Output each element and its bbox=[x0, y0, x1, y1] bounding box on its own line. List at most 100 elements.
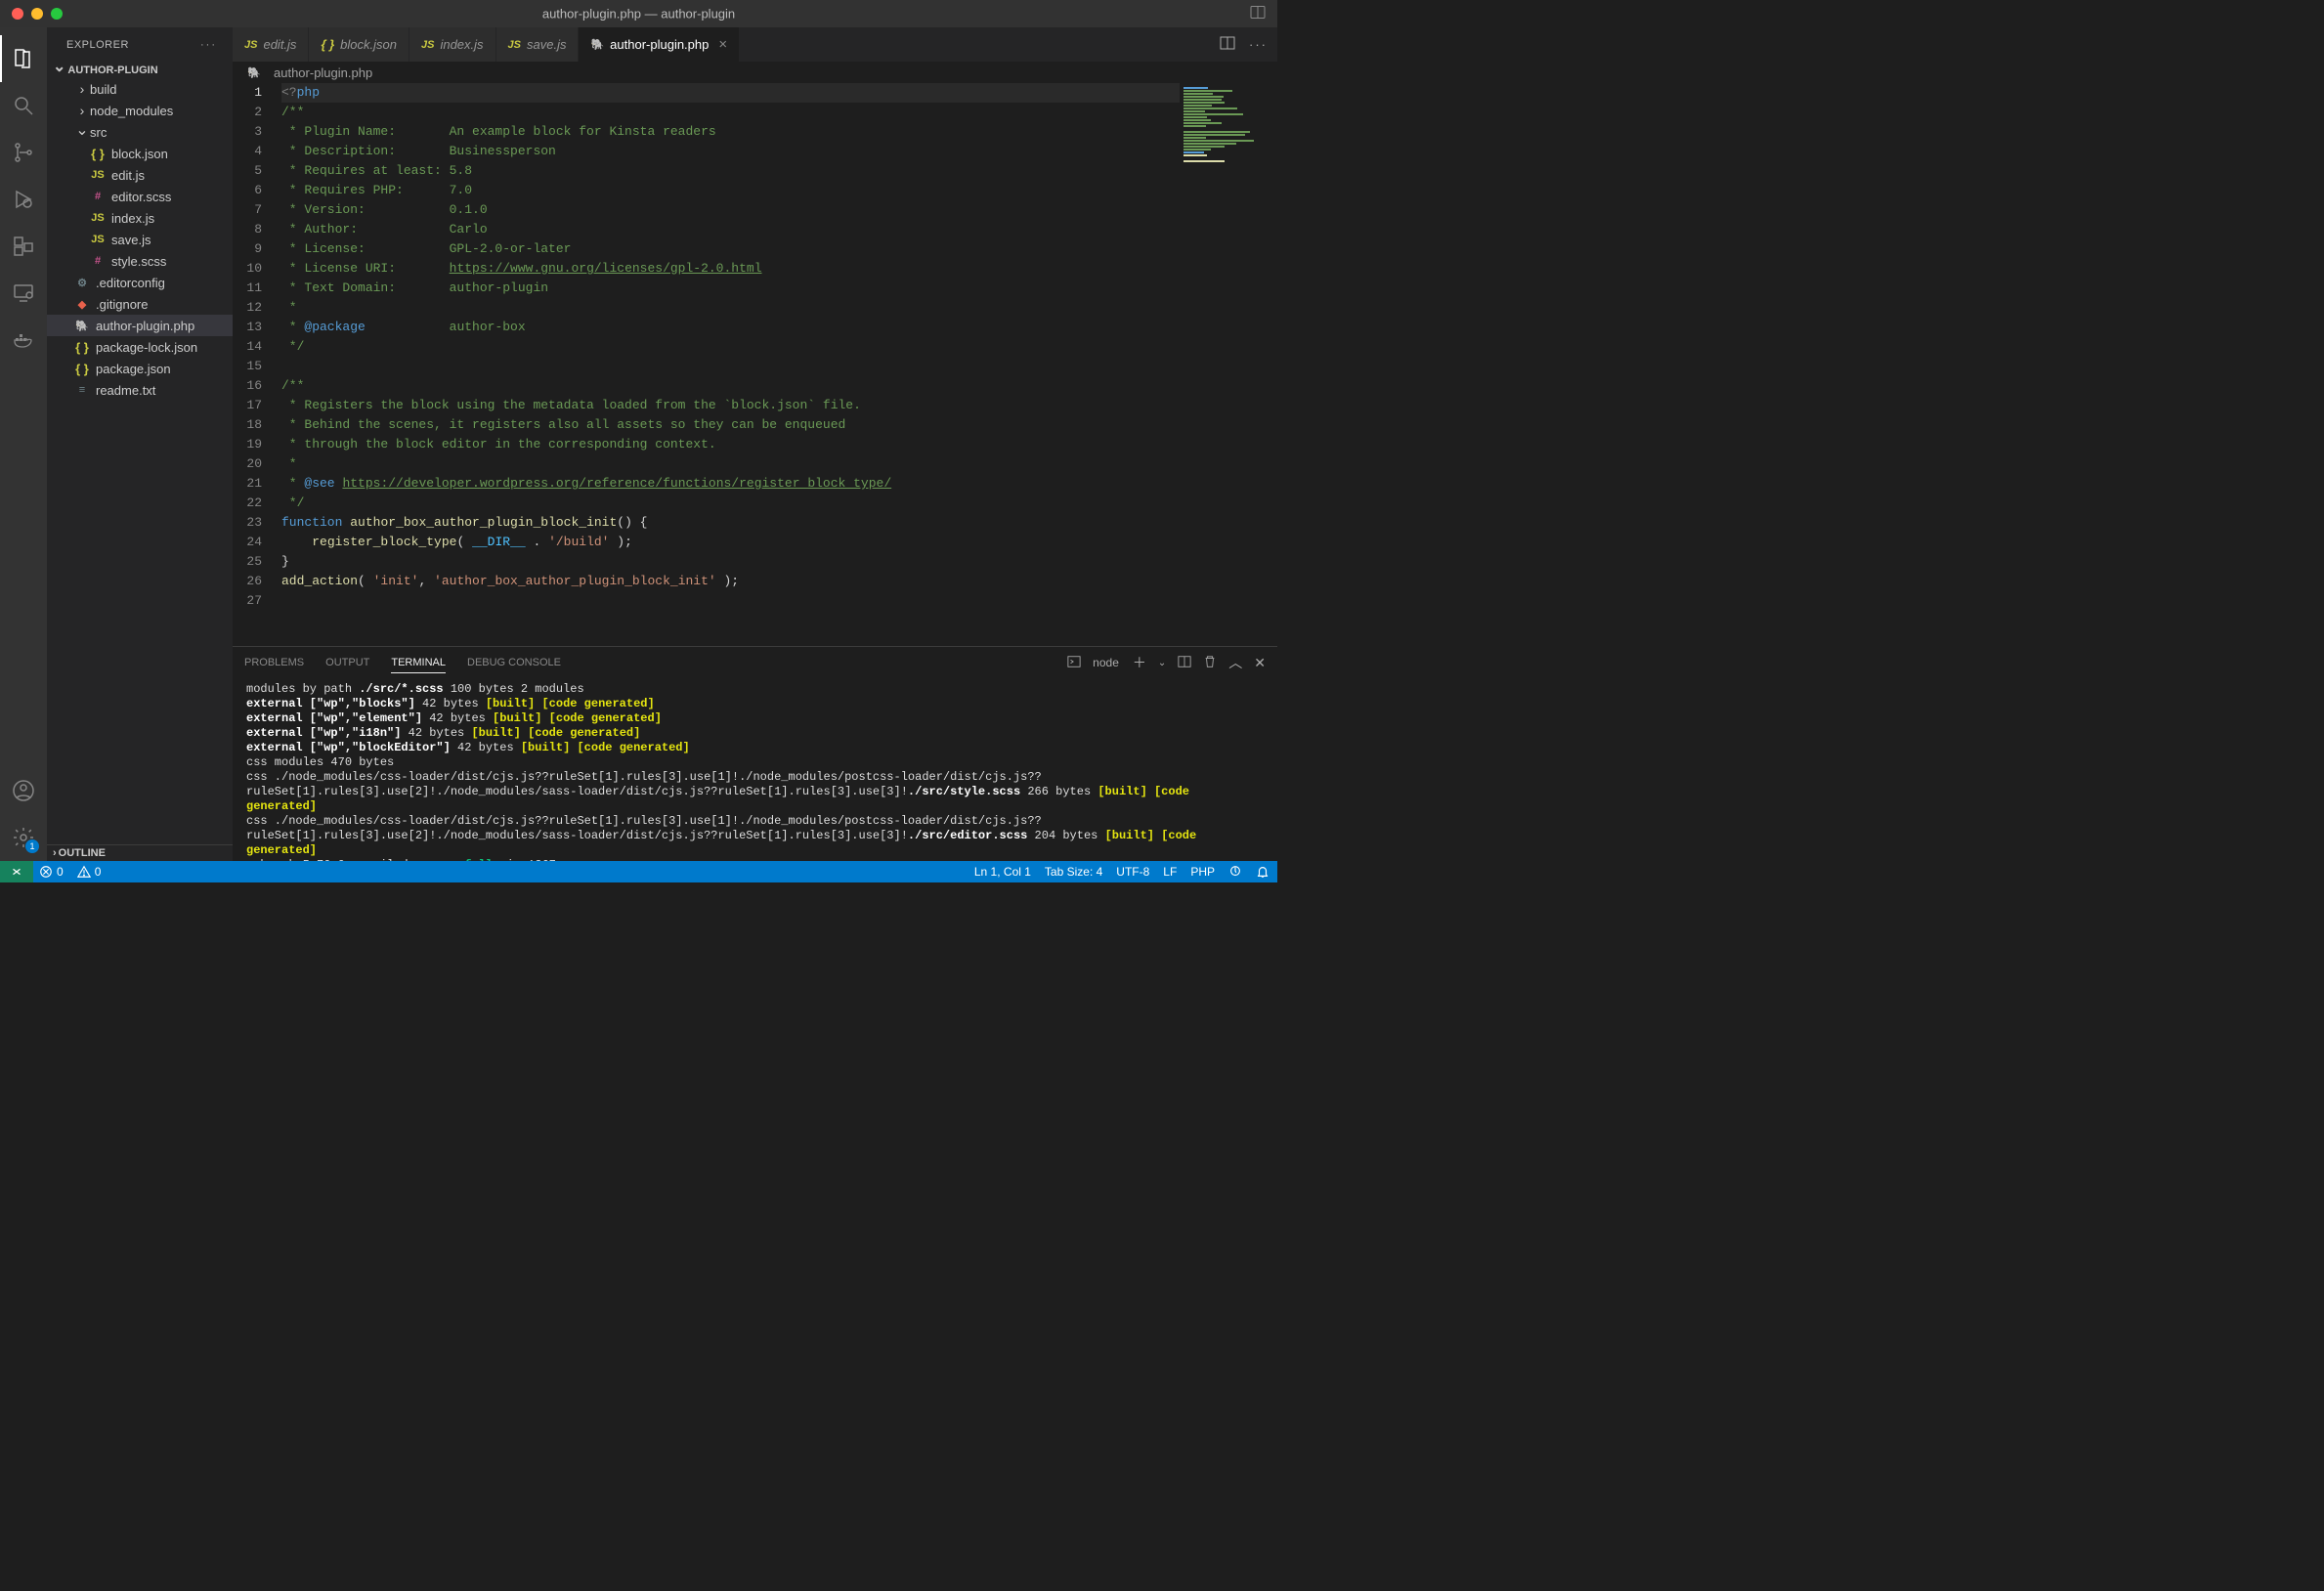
docker-icon[interactable] bbox=[0, 317, 47, 364]
tab-label: block.json bbox=[340, 37, 397, 52]
file-readme-txt[interactable]: ≡readme.txt bbox=[47, 379, 233, 401]
kill-terminal-icon[interactable] bbox=[1203, 655, 1217, 671]
file--editorconfig[interactable]: ⚙.editorconfig bbox=[47, 272, 233, 293]
chevron-right-icon bbox=[53, 847, 57, 859]
breadcrumb[interactable]: 🐘 author-plugin.php bbox=[233, 62, 1277, 83]
file-save-js[interactable]: JSsave.js bbox=[47, 229, 233, 250]
folder-src[interactable]: src bbox=[47, 121, 233, 143]
file-package-lock-json[interactable]: { }package-lock.json bbox=[47, 336, 233, 358]
new-terminal-icon[interactable]: ＋ bbox=[1133, 653, 1146, 672]
minimize-window-button[interactable] bbox=[31, 8, 43, 20]
tree-label: author-plugin.php bbox=[96, 319, 233, 333]
tab-edit-js[interactable]: JSedit.js bbox=[233, 27, 309, 62]
file-index-js[interactable]: JSindex.js bbox=[47, 207, 233, 229]
project-section-header[interactable]: AUTHOR-PLUGIN bbox=[47, 62, 233, 78]
more-actions-icon[interactable]: ··· bbox=[1249, 37, 1268, 52]
eol[interactable]: LF bbox=[1163, 865, 1177, 879]
editor-group: JSedit.js{ }block.jsonJSindex.jsJSsave.j… bbox=[233, 27, 1277, 861]
file-author-plugin-php[interactable]: 🐘author-plugin.php bbox=[47, 315, 233, 336]
layout-icon[interactable] bbox=[1250, 5, 1266, 23]
file--gitignore[interactable]: ◆.gitignore bbox=[47, 293, 233, 315]
extensions-icon[interactable] bbox=[0, 223, 47, 270]
file-edit-js[interactable]: JSedit.js bbox=[47, 164, 233, 186]
settings-gear-icon[interactable]: 1 bbox=[0, 814, 47, 861]
close-tab-icon[interactable]: × bbox=[718, 36, 727, 53]
output-tab[interactable]: OUTPUT bbox=[325, 653, 369, 672]
source-control-icon[interactable] bbox=[0, 129, 47, 176]
problems-tab[interactable]: PROBLEMS bbox=[244, 653, 304, 672]
close-panel-icon[interactable]: ✕ bbox=[1254, 655, 1266, 671]
tab-actions: ··· bbox=[1210, 27, 1277, 62]
maximize-panel-icon[interactable]: ︿ bbox=[1228, 653, 1242, 672]
tree-label: block.json bbox=[111, 147, 233, 161]
close-window-button[interactable] bbox=[12, 8, 23, 20]
feedback-icon[interactable] bbox=[1228, 865, 1242, 879]
tree-label: .gitignore bbox=[96, 297, 233, 312]
tree-label: save.js bbox=[111, 233, 233, 247]
terminal-profile-icon[interactable] bbox=[1067, 655, 1081, 671]
tree-label: edit.js bbox=[111, 168, 233, 183]
tree-label: index.js bbox=[111, 211, 233, 226]
tree-label: .editorconfig bbox=[96, 276, 233, 290]
tab-block-json[interactable]: { }block.json bbox=[309, 27, 409, 62]
outline-section-header[interactable]: OUTLINE bbox=[47, 844, 233, 861]
panel-actions: node ＋ ⌄ ︿ ✕ bbox=[1067, 653, 1266, 672]
encoding[interactable]: UTF-8 bbox=[1116, 865, 1149, 879]
explorer-heading: EXPLORER bbox=[66, 39, 129, 51]
accounts-icon[interactable] bbox=[0, 767, 47, 814]
code-area[interactable]: <?php/** * Plugin Name: An example block… bbox=[281, 83, 1277, 646]
terminal-name[interactable]: node bbox=[1093, 656, 1119, 669]
tab-size[interactable]: Tab Size: 4 bbox=[1045, 865, 1102, 879]
terminal-output[interactable]: modules by path ./src/*.scss 100 bytes 2… bbox=[233, 678, 1277, 861]
explorer-icon[interactable] bbox=[0, 35, 47, 82]
sidebar-header: EXPLORER ··· bbox=[47, 27, 233, 62]
file-editor-scss[interactable]: #editor.scss bbox=[47, 186, 233, 207]
language-mode[interactable]: PHP bbox=[1190, 865, 1215, 879]
warnings-status[interactable]: 0 bbox=[77, 865, 102, 879]
tab-label: index.js bbox=[440, 37, 483, 52]
split-editor-icon[interactable] bbox=[1220, 35, 1235, 54]
sidebar: EXPLORER ··· AUTHOR-PLUGIN build node_mod… bbox=[47, 27, 233, 861]
activity-bar: 1 bbox=[0, 27, 47, 861]
split-terminal-icon[interactable] bbox=[1178, 655, 1191, 671]
remote-button[interactable] bbox=[0, 861, 33, 882]
tree-label: package.json bbox=[96, 362, 233, 376]
tree-label: build bbox=[90, 82, 233, 97]
chevron-down-icon bbox=[53, 64, 65, 76]
debug-console-tab[interactable]: DEBUG CONSOLE bbox=[467, 653, 561, 672]
window-title: author-plugin.php — author-plugin bbox=[542, 7, 735, 22]
folder-build[interactable]: build bbox=[47, 78, 233, 100]
warning-count: 0 bbox=[95, 865, 102, 879]
chevron-icon bbox=[74, 124, 90, 140]
minimap[interactable] bbox=[1180, 83, 1277, 646]
breadcrumb-label: author-plugin.php bbox=[274, 65, 372, 80]
tree-label: package-lock.json bbox=[96, 340, 233, 355]
tree-label: editor.scss bbox=[111, 190, 233, 204]
file-block-json[interactable]: { }block.json bbox=[47, 143, 233, 164]
remote-explorer-icon[interactable] bbox=[0, 270, 47, 317]
errors-status[interactable]: 0 bbox=[39, 865, 64, 879]
error-count: 0 bbox=[57, 865, 64, 879]
tab-label: edit.js bbox=[263, 37, 296, 52]
editor-body[interactable]: 1234567891011121314151617181920212223242… bbox=[233, 83, 1277, 646]
search-icon[interactable] bbox=[0, 82, 47, 129]
maximize-window-button[interactable] bbox=[51, 8, 63, 20]
tab-save-js[interactable]: JSsave.js bbox=[496, 27, 580, 62]
tree-label: style.scss bbox=[111, 254, 233, 269]
tab-index-js[interactable]: JSindex.js bbox=[409, 27, 496, 62]
chevron-icon bbox=[74, 81, 90, 97]
notifications-icon[interactable] bbox=[1256, 865, 1270, 879]
terminal-tab[interactable]: TERMINAL bbox=[391, 653, 446, 673]
tabs-bar: JSedit.js{ }block.jsonJSindex.jsJSsave.j… bbox=[233, 27, 1277, 62]
file-style-scss[interactable]: #style.scss bbox=[47, 250, 233, 272]
run-debug-icon[interactable] bbox=[0, 176, 47, 223]
file-tree: build node_modulessrc { }block.jsonJSedit.… bbox=[47, 78, 233, 401]
file-package-json[interactable]: { }package.json bbox=[47, 358, 233, 379]
terminal-dropdown-icon[interactable]: ⌄ bbox=[1158, 658, 1166, 668]
more-icon[interactable]: ··· bbox=[200, 39, 217, 51]
tab-author-plugin-php[interactable]: 🐘author-plugin.php× bbox=[579, 27, 740, 62]
cursor-position[interactable]: Ln 1, Col 1 bbox=[974, 865, 1031, 879]
status-bar: 0 0 Ln 1, Col 1 Tab Size: 4 UTF-8 LF PHP bbox=[0, 861, 1277, 882]
tree-label: src bbox=[90, 125, 233, 140]
folder-node-modules[interactable]: node_modules bbox=[47, 100, 233, 121]
